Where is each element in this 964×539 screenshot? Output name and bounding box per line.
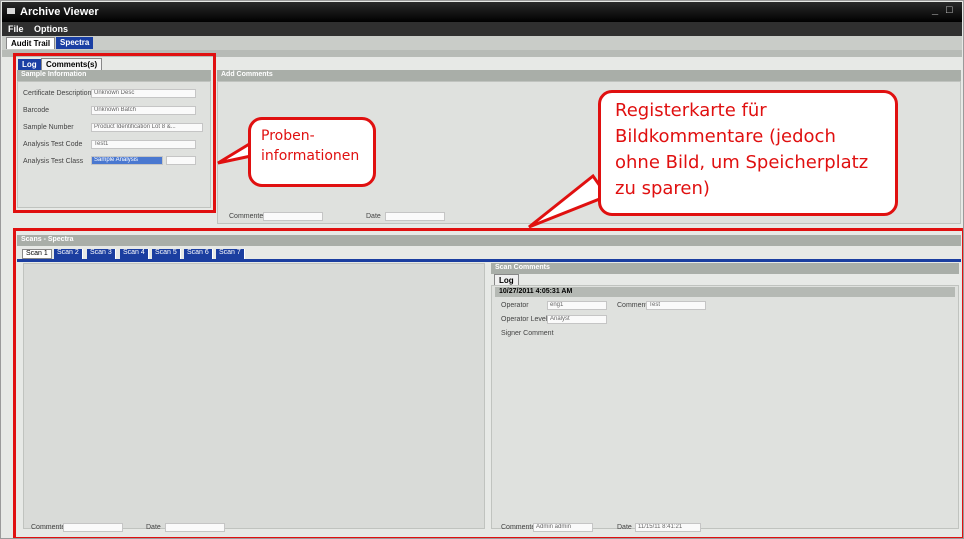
callout-pointers [217,140,610,229]
archive-viewer-window: Archive Viewer _ □ File Options Audit Tr… [0,0,964,539]
image-comments-callout: Registerkarte für Bildkommentare (jedoch… [598,90,898,216]
image-callout-pointer [528,173,610,229]
sample-callout-pointer [217,140,253,165]
sample-info-callout: Proben- informationen [248,117,376,187]
